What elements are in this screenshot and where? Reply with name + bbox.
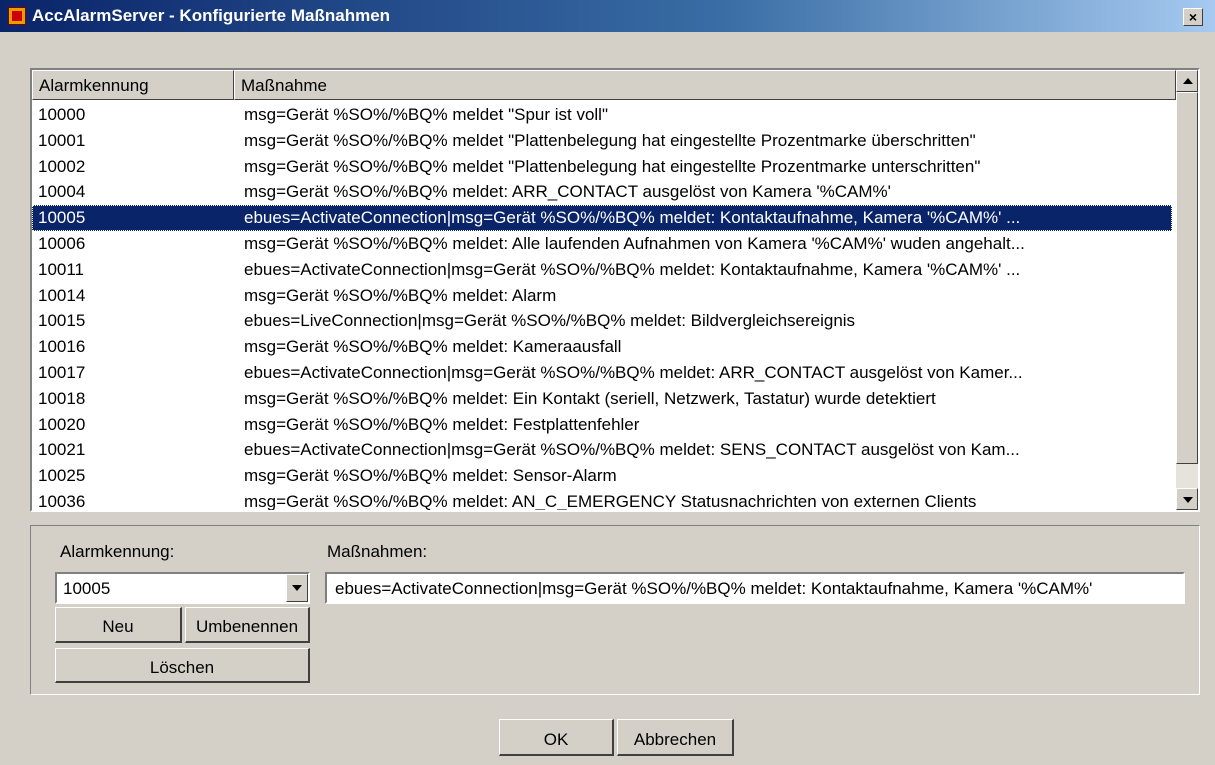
row-action: msg=Gerät %SO%/%BQ% meldet "Spur ist vol… [244, 105, 608, 124]
row-alarm-id: 10025 [38, 466, 86, 486]
row-action: msg=Gerät %SO%/%BQ% meldet "Plattenbeleg… [244, 156, 981, 176]
list-row[interactable]: 10016 msg=Gerät %SO%/%BQ% meldet: Kameraa… [32, 334, 1172, 360]
row-action: msg=Gerät %SO%/%BQ% meldet: Ein Kontakt … [244, 388, 936, 408]
row-action: msg=Gerät %SO%/%BQ% meldet: AN_C_EMERGEN… [244, 491, 977, 511]
actions-label: Maßnahmen: [327, 542, 428, 561]
new-button[interactable]: Neu [55, 607, 182, 643]
close-button[interactable]: × [1183, 8, 1203, 26]
ok-button[interactable]: OK [499, 719, 614, 756]
list-row[interactable]: 10021 ebues=ActivateConnection|msg=Gerät … [32, 437, 1172, 463]
chevron-down-icon [292, 585, 302, 591]
actions-input[interactable]: ebues=ActivateConnection|msg=Gerät %SO%/… [325, 572, 1185, 604]
scroll-up-button[interactable] [1176, 70, 1198, 92]
arrow-down-icon [1183, 497, 1193, 503]
row-alarm-id: 10001 [38, 130, 86, 150]
arrow-up-icon [1183, 78, 1193, 84]
row-alarm-id: 10020 [38, 414, 86, 434]
list-header: Alarmkennung Maßnahme [32, 70, 1176, 100]
alarm-id-label: Alarmkennung: [60, 542, 175, 561]
row-action: ebues=ActivateConnection|msg=Gerät %SO%/… [244, 440, 1020, 460]
row-action: ebues=ActivateConnection|msg=Gerät %SO%/… [244, 362, 1023, 382]
title-bar: AccAlarmServer - Konfigurierte Maßnahmen… [0, 0, 1215, 32]
list-row[interactable]: 10006 msg=Gerät %SO%/%BQ% meldet: Alle la… [32, 231, 1172, 257]
row-alarm-id: 10011 [38, 259, 85, 279]
row-alarm-id: 10002 [38, 156, 86, 176]
cancel-button[interactable]: Abbrechen [617, 719, 734, 756]
list-row[interactable]: 10025 msg=Gerät %SO%/%BQ% meldet: Sensor-… [32, 463, 1172, 489]
row-action: msg=Gerät %SO%/%BQ% meldet: ARR_CONTACT … [244, 182, 891, 202]
list-rows: 10000 msg=Gerät %SO%/%BQ% meldet "Spur is… [32, 102, 1172, 511]
column-header-alarm-id[interactable]: Alarmkennung [32, 70, 234, 100]
list-row[interactable]: 10005 ebues=ActivateConnection|msg=Gerät … [32, 205, 1172, 231]
actions-input-value: ebues=ActivateConnection|msg=Gerät %SO%/… [335, 579, 1093, 598]
list-row[interactable]: 10036 msg=Gerät %SO%/%BQ% meldet: AN_C_EM… [32, 489, 1172, 511]
list-row[interactable]: 10017 ebues=ActivateConnection|msg=Gerät … [32, 360, 1172, 386]
row-alarm-id: 10006 [38, 233, 86, 253]
row-action: msg=Gerät %SO%/%BQ% meldet: Sensor-Alarm [244, 466, 617, 486]
list-row[interactable]: 10000 msg=Gerät %SO%/%BQ% meldet "Spur is… [32, 102, 1172, 128]
row-alarm-id: 10004 [38, 182, 86, 202]
list-row[interactable]: 10002 msg=Gerät %SO%/%BQ% meldet "Platten… [32, 154, 1172, 180]
alarm-action-list[interactable]: Alarmkennung Maßnahme 10000 msg=Gerät %SO… [30, 68, 1200, 512]
vertical-scrollbar[interactable] [1176, 70, 1198, 510]
row-alarm-id: 10005 [38, 208, 86, 228]
list-row[interactable]: 10014 msg=Gerät %SO%/%BQ% meldet: Alarm [32, 283, 1172, 309]
dialog-window: AccAlarmServer - Konfigurierte Maßnahmen… [0, 0, 1215, 765]
window-title: AccAlarmServer - Konfigurierte Maßnahmen [32, 6, 391, 25]
row-action: ebues=LiveConnection|msg=Gerät %SO%/%BQ%… [244, 311, 856, 331]
list-row[interactable]: 10020 msg=Gerät %SO%/%BQ% meldet: Festpla… [32, 412, 1172, 438]
row-action: msg=Gerät %SO%/%BQ% meldet: Kameraausfal… [244, 337, 622, 357]
row-alarm-id: 10021 [38, 440, 86, 460]
row-action: msg=Gerät %SO%/%BQ% meldet "Plattenbeleg… [244, 130, 976, 150]
row-action: msg=Gerät %SO%/%BQ% meldet: Alarm [244, 285, 557, 305]
list-row[interactable]: 10018 msg=Gerät %SO%/%BQ% meldet: Ein Kon… [32, 386, 1172, 412]
list-row[interactable]: 10001 msg=Gerät %SO%/%BQ% meldet "Platten… [32, 128, 1172, 154]
scroll-thumb[interactable] [1176, 92, 1198, 464]
alarm-id-value: 10005 [63, 579, 111, 598]
row-alarm-id: 10036 [38, 491, 86, 511]
column-header-action[interactable]: Maßnahme [234, 70, 1176, 100]
row-action: msg=Gerät %SO%/%BQ% meldet: Alle laufend… [244, 233, 1025, 253]
row-action: ebues=ActivateConnection|msg=Gerät %SO%/… [244, 208, 1021, 228]
row-action: ebues=ActivateConnection|msg=Gerät %SO%/… [244, 259, 1021, 279]
combobox-dropdown-button[interactable] [286, 574, 308, 602]
row-alarm-id: 10015 [38, 311, 86, 331]
list-row[interactable]: 10011 ebues=ActivateConnection|msg=Gerät … [32, 257, 1172, 283]
row-alarm-id: 10017 [38, 362, 86, 382]
row-alarm-id: 10016 [38, 337, 86, 357]
delete-button[interactable]: Löschen [55, 648, 310, 683]
list-row[interactable]: 10015 ebues=LiveConnection|msg=Gerät %SO%… [32, 308, 1172, 334]
row-action: msg=Gerät %SO%/%BQ% meldet: Festplattenf… [244, 414, 640, 434]
rename-button[interactable]: Umbenennen [185, 607, 310, 643]
row-alarm-id: 10000 [38, 105, 86, 124]
app-icon [8, 7, 26, 25]
row-alarm-id: 10014 [38, 285, 86, 305]
list-row[interactable]: 10004 msg=Gerät %SO%/%BQ% meldet: ARR_CON… [32, 179, 1172, 205]
scroll-down-button[interactable] [1176, 488, 1198, 510]
alarm-id-combobox[interactable]: 10005 [55, 572, 310, 604]
row-alarm-id: 10018 [38, 388, 86, 408]
